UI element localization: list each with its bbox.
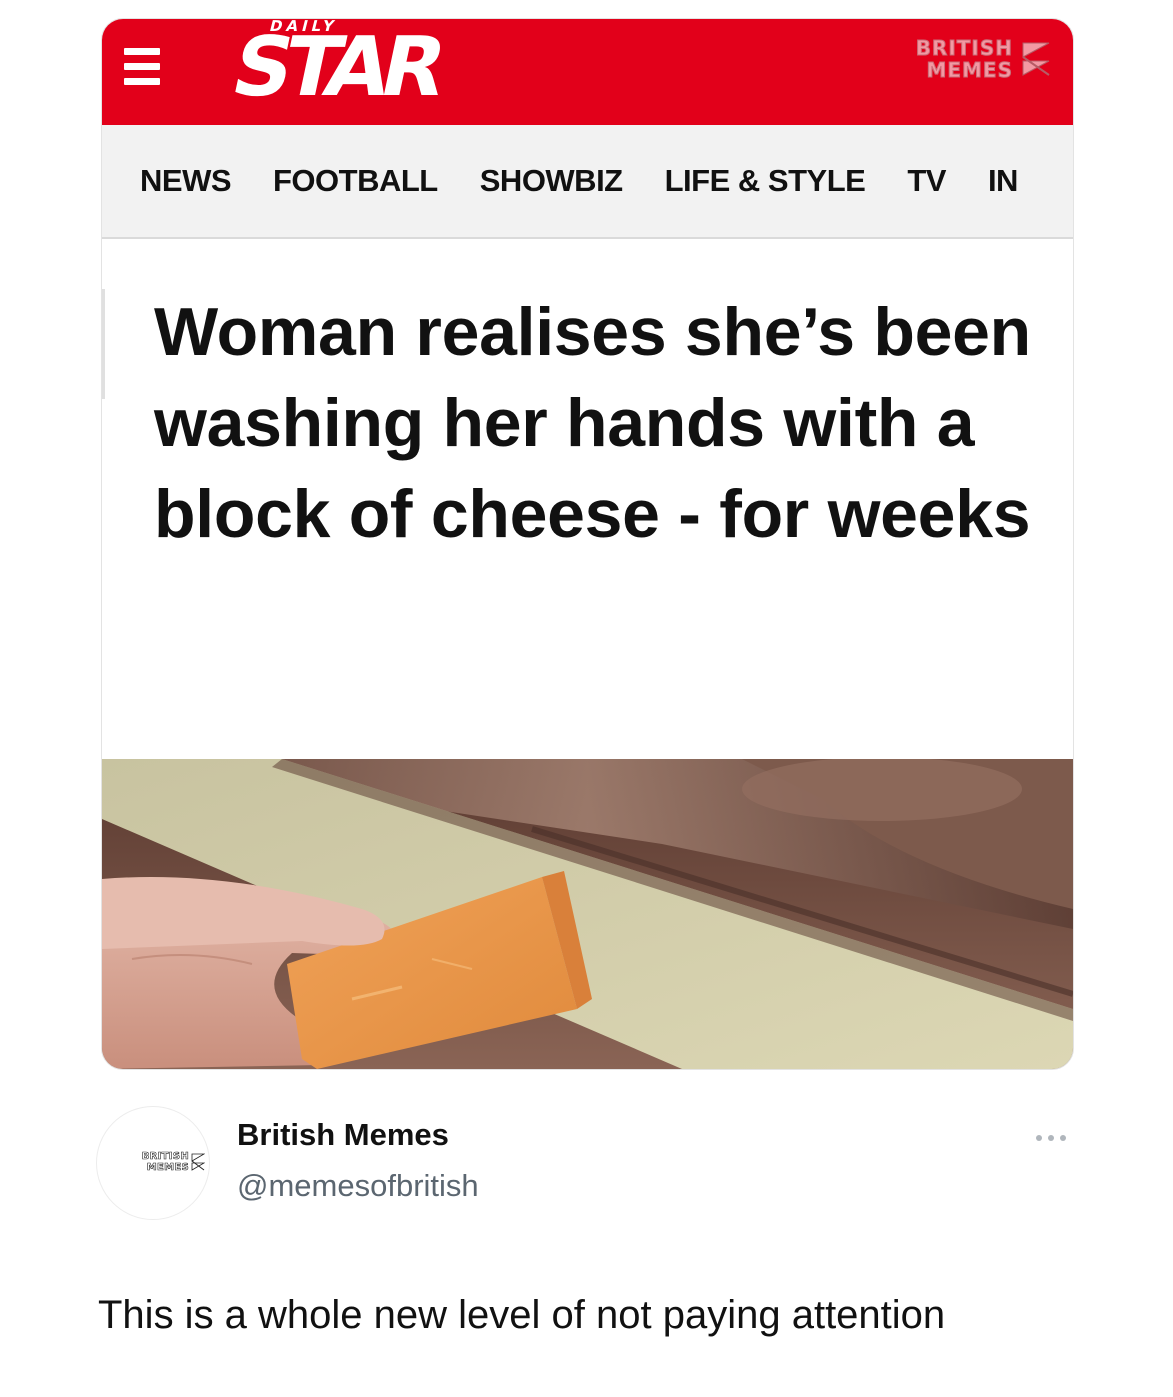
nav-life-style[interactable]: LIFE & STYLE [665,163,866,199]
daily-star-logo[interactable]: DAILY STAR [224,19,447,123]
masthead: DAILY STAR BRITISH MEMES [102,19,1073,125]
watermark-line-2: MEMES [926,58,1013,82]
british-memes-watermark: BRITISH MEMES [861,37,1051,87]
post-page: DAILY STAR BRITISH MEMES NEWS FOOTBALL SHO… [0,0,1173,1397]
union-jack-icon [191,1153,205,1171]
article-photo [102,759,1073,1069]
article-screenshot[interactable]: DAILY STAR BRITISH MEMES NEWS FOOTBALL SHO… [101,18,1074,1070]
display-name[interactable]: British Memes [237,1117,449,1153]
user-handle[interactable]: @memesofbritish [237,1168,479,1204]
article-headline[interactable]: Woman realises she’s been washing her ha… [154,287,1054,560]
nav-showbiz[interactable]: SHOWBIZ [480,163,623,199]
nav-tv[interactable]: TV [907,163,946,199]
logo-star-text: STAR [224,20,448,115]
cheese-in-hand-image [102,759,1073,1069]
nav-in[interactable]: IN [988,163,1019,199]
union-jack-icon [1022,42,1050,76]
more-horizontal-icon[interactable] [1032,1128,1074,1148]
watermark-line-1: BRITISH [915,36,1013,60]
hamburger-icon[interactable] [124,46,160,88]
article-body: Woman realises she’s been washing her ha… [102,239,1073,759]
nav-news[interactable]: NEWS [140,163,232,199]
section-nav: NEWS FOOTBALL SHOWBIZ LIFE & STYLE TV IN [102,125,1073,239]
nav-football[interactable]: FOOTBALL [273,163,438,199]
avatar[interactable]: BRITISH MEMES [96,1106,210,1220]
avatar-logo-text: BRITISH MEMES [141,1151,189,1174]
divider [102,289,105,399]
post-text: This is a whole new level of not paying … [98,1293,946,1337]
